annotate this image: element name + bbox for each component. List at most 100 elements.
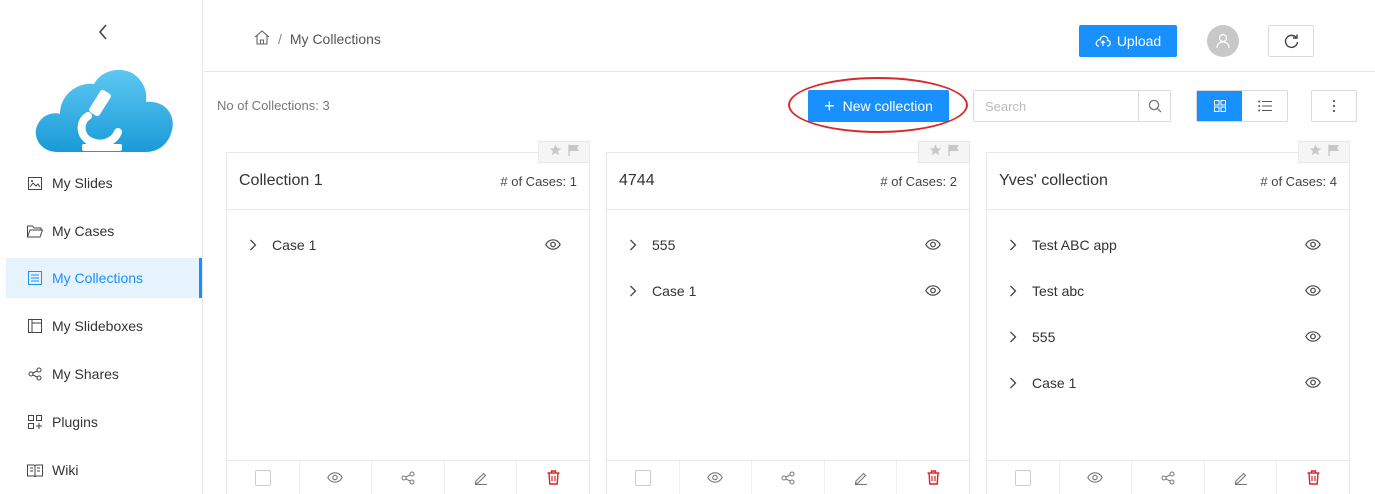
star-icon[interactable] [549, 143, 562, 161]
case-row[interactable]: 555 [607, 222, 969, 268]
more-vertical-icon [1332, 99, 1336, 113]
app-logo [30, 62, 176, 156]
card-header: Collection 1 # of Cases: 1 [227, 153, 589, 210]
collection-card: 4744 # of Cases: 2 555 Case 1 [606, 141, 970, 494]
search-button[interactable] [1138, 91, 1170, 121]
case-row[interactable]: Case 1 [987, 360, 1349, 406]
search-input[interactable] [974, 91, 1138, 121]
collection-title[interactable]: Collection 1 [239, 172, 323, 190]
eye-icon[interactable] [925, 283, 941, 299]
eye-icon[interactable] [545, 237, 561, 253]
chevron-right-icon[interactable] [629, 285, 643, 297]
edit-collection-button[interactable] [825, 461, 898, 494]
case-name[interactable]: Test ABC app [1032, 237, 1305, 253]
eye-icon[interactable] [1305, 375, 1321, 391]
select-checkbox[interactable] [607, 461, 680, 494]
eye-icon[interactable] [1305, 237, 1321, 253]
case-row[interactable]: Case 1 [607, 268, 969, 314]
sidebar-item-my-cases[interactable]: My Cases [6, 211, 202, 251]
sidebar-item-plugins[interactable]: Plugins [6, 402, 202, 442]
star-icon[interactable] [1309, 143, 1322, 161]
chevron-right-icon[interactable] [1009, 285, 1023, 297]
case-name[interactable]: 555 [1032, 329, 1305, 345]
refresh-button[interactable] [1268, 25, 1314, 57]
top-header: / My Collections Upload [204, 0, 1375, 72]
case-list: Test ABC app Test abc 555 Case 1 [987, 210, 1349, 406]
card-footer [607, 460, 969, 494]
case-count: # of Cases: 2 [880, 173, 957, 189]
view-toggle [1196, 90, 1288, 122]
checkbox[interactable] [254, 469, 271, 486]
list-view-button[interactable] [1242, 91, 1287, 121]
folder-icon [26, 222, 44, 240]
chevron-right-icon[interactable] [1009, 239, 1023, 251]
cloud-upload-icon [1095, 35, 1111, 47]
sidebar-item-my-collections[interactable]: My Collections [6, 258, 202, 298]
eye-icon[interactable] [1305, 283, 1321, 299]
select-checkbox[interactable] [227, 461, 300, 494]
case-name[interactable]: Case 1 [272, 237, 545, 253]
list-icon [1257, 100, 1272, 112]
flag-icon[interactable] [947, 143, 960, 161]
search-box [973, 90, 1171, 122]
edit-collection-button[interactable] [445, 461, 518, 494]
chevron-right-icon[interactable] [629, 239, 643, 251]
case-row[interactable]: 555 [987, 314, 1349, 360]
edit-icon [1234, 472, 1247, 485]
chevron-right-icon[interactable] [1009, 377, 1023, 389]
eye-icon [707, 472, 724, 483]
case-name[interactable]: Case 1 [652, 283, 925, 299]
checkbox[interactable] [1014, 469, 1031, 486]
card-footer [227, 460, 589, 494]
home-icon[interactable] [254, 30, 270, 48]
delete-collection-button[interactable] [1277, 461, 1349, 494]
sidebar-item-label: My Slideboxes [52, 318, 144, 334]
collection-title[interactable]: Yves' collection [999, 172, 1108, 190]
checkbox[interactable] [634, 469, 651, 486]
edit-collection-button[interactable] [1205, 461, 1278, 494]
share-collection-button[interactable] [1132, 461, 1205, 494]
grid-view-button[interactable] [1197, 91, 1242, 121]
trash-icon [1307, 470, 1320, 485]
flag-icon[interactable] [1327, 143, 1340, 161]
upload-button[interactable]: Upload [1079, 25, 1177, 57]
collection-card: Yves' collection # of Cases: 4 Test ABC … [986, 141, 1350, 494]
share-icon [26, 365, 44, 383]
chevron-right-icon[interactable] [249, 239, 263, 251]
delete-collection-button[interactable] [897, 461, 969, 494]
more-options-button[interactable] [1311, 90, 1357, 122]
sidebar-item-my-slideboxes[interactable]: My Slideboxes [6, 306, 202, 346]
case-row[interactable]: Case 1 [227, 222, 589, 268]
case-name[interactable]: 555 [652, 237, 925, 253]
grid-icon [1213, 100, 1226, 112]
upload-label: Upload [1116, 33, 1162, 49]
eye-icon[interactable] [1305, 329, 1321, 345]
sidebar-item-wiki[interactable]: Wiki [6, 450, 202, 490]
sidebar-item-label: Plugins [52, 414, 98, 430]
sidebar-item-label: My Collections [52, 270, 144, 286]
star-icon[interactable] [929, 143, 942, 161]
case-name[interactable]: Test abc [1032, 283, 1305, 299]
sidebar-item-my-shares[interactable]: My Shares [6, 354, 202, 394]
select-checkbox[interactable] [987, 461, 1060, 494]
case-row[interactable]: Test abc [987, 268, 1349, 314]
new-collection-button[interactable]: + New collection [808, 90, 949, 122]
eye-icon [1087, 472, 1104, 483]
share-collection-button[interactable] [752, 461, 825, 494]
view-collection-button[interactable] [300, 461, 373, 494]
view-collection-button[interactable] [1060, 461, 1133, 494]
avatar[interactable] [1207, 25, 1239, 57]
collection-title[interactable]: 4744 [619, 172, 655, 190]
card-header: 4744 # of Cases: 2 [607, 153, 969, 210]
delete-collection-button[interactable] [517, 461, 589, 494]
share-collection-button[interactable] [372, 461, 445, 494]
case-name[interactable]: Case 1 [1032, 375, 1305, 391]
case-row[interactable]: Test ABC app [987, 222, 1349, 268]
sidebar-item-my-slides[interactable]: My Slides [6, 163, 202, 203]
sidebar: My Slides My Cases My Collections My Sli… [0, 0, 203, 494]
view-collection-button[interactable] [680, 461, 753, 494]
eye-icon[interactable] [925, 237, 941, 253]
flag-icon[interactable] [567, 143, 580, 161]
chevron-right-icon[interactable] [1009, 331, 1023, 343]
chevron-left-icon[interactable] [92, 20, 114, 44]
